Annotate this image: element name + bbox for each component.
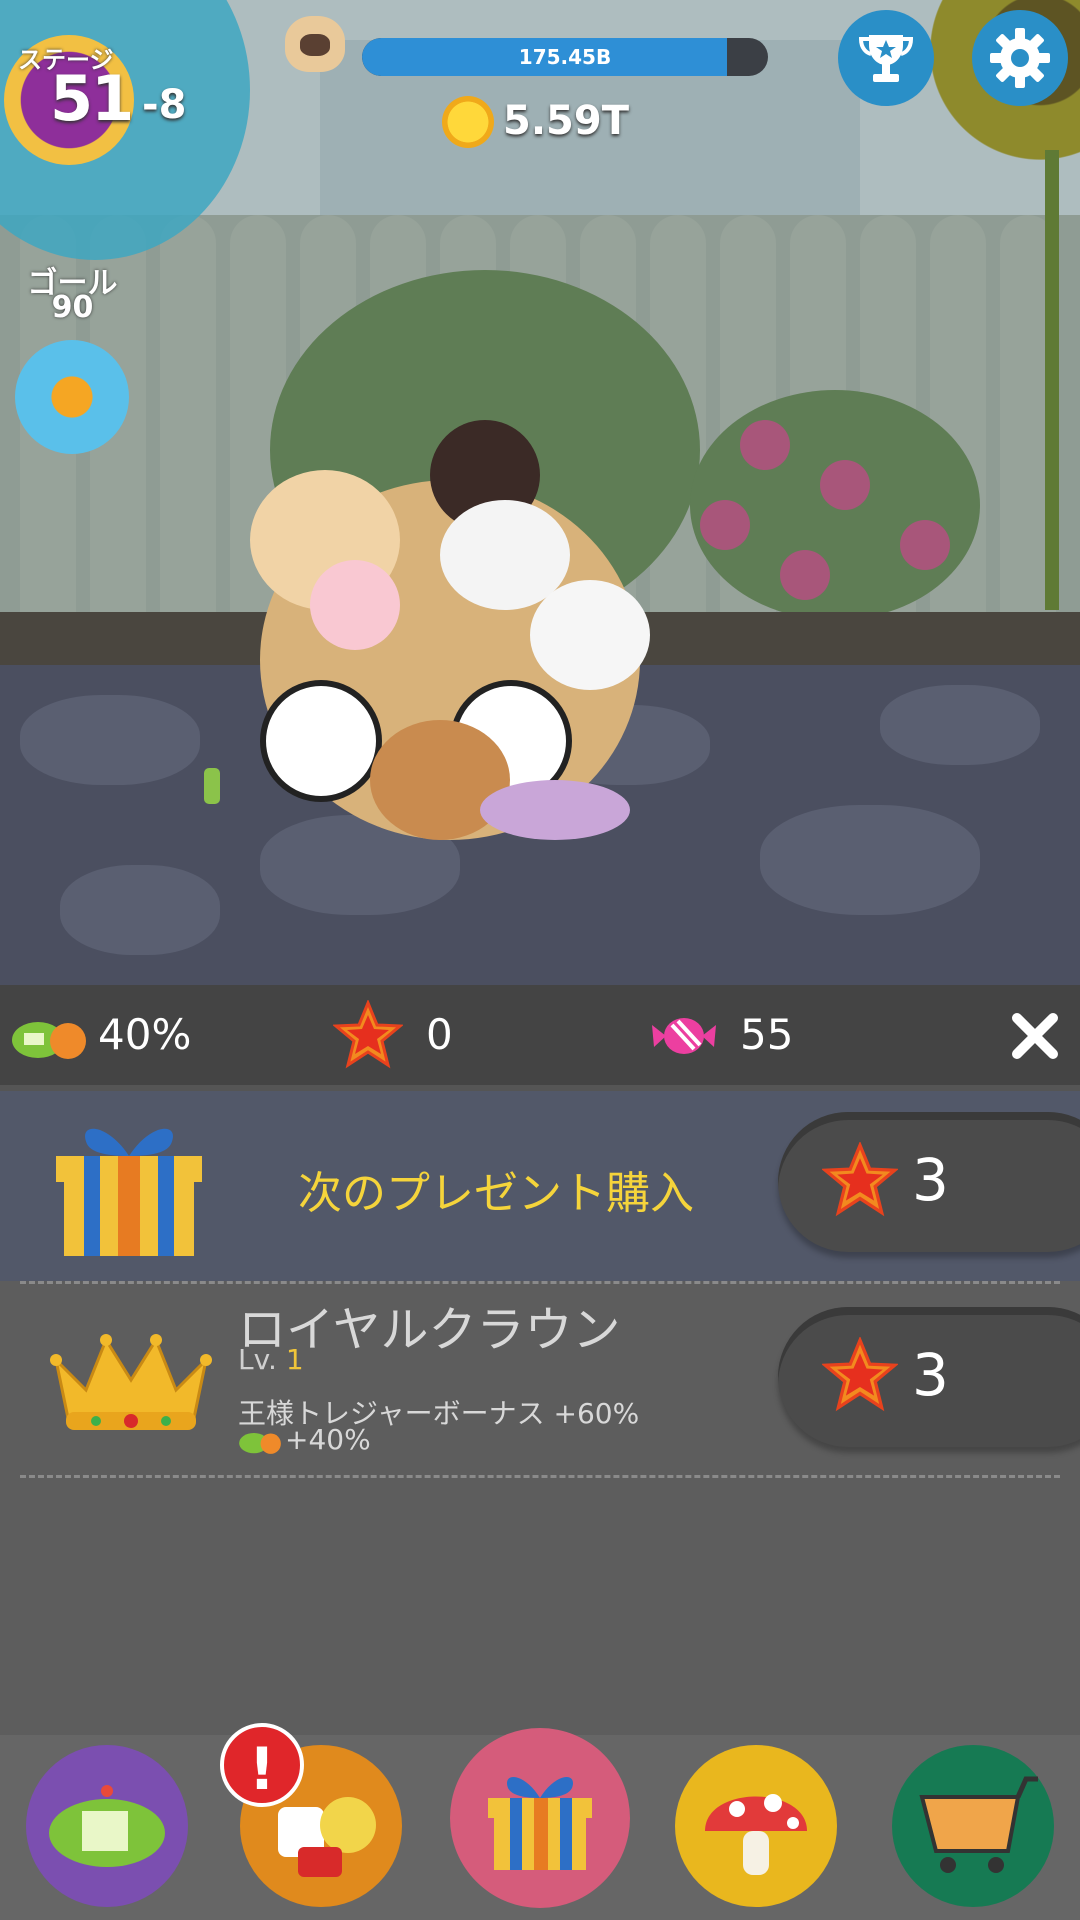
bonus-sun-icon[interactable] [15,340,129,454]
star-count: 0 [426,1010,453,1059]
nav-mushroom-button[interactable] [675,1745,837,1907]
close-button[interactable] [1005,1010,1065,1070]
cart-icon [919,1776,1038,1873]
trophy-icon [858,35,914,82]
gift-icon [488,1777,592,1870]
close-icon [1012,1013,1058,1059]
game-scene [0,0,1080,985]
crown-icon [50,1334,212,1430]
item-bonus-cousin: +40% [285,1423,371,1456]
flower [700,500,750,550]
nav-prince-button[interactable] [26,1745,188,1907]
progress-text: 175.45B [518,45,612,69]
coin-icon [442,96,494,148]
level-prefix: Lv. [238,1343,277,1376]
star-icon [333,1000,403,1069]
prince-character [204,768,220,804]
alert-badge: ! [220,1723,304,1807]
nav-shop-button[interactable] [892,1745,1054,1907]
candy-count: 55 [740,1010,794,1059]
item-cost: 3 [912,1341,949,1409]
prince-icon [49,1785,165,1867]
mushroom-icon [705,1794,807,1875]
size-progress-bar: 175.45B [362,38,768,76]
flower [900,520,950,570]
gear-icon [990,28,1050,88]
candy-icon [652,1018,716,1054]
sunflower-stem [1045,150,1059,610]
gift-icon [56,1128,202,1256]
cousin-icon [239,1432,281,1454]
katamari-ball [230,420,670,860]
settings-button[interactable] [972,10,1068,106]
goal-value: 90 [51,290,94,325]
level-value: 1 [285,1343,304,1376]
star-icon [822,1142,898,1217]
cousin-percent: 40% [98,1010,192,1059]
flower [780,550,830,600]
cousin-icon [12,1022,86,1059]
stage-sub-number: -8 [142,82,187,128]
flower [740,420,790,470]
nav-present-button[interactable] [450,1728,630,1908]
star-icon [822,1337,898,1412]
pug-icon [285,16,345,72]
divider [20,1475,1060,1478]
stage-number: 51 [50,62,134,135]
divider [20,1281,1060,1284]
present-title: 次のプレゼント購入 [298,1168,694,1219]
trophy-button[interactable] [838,10,934,106]
item-level: Lv. 1 [238,1343,304,1376]
coin-count: 5.59T [503,98,629,144]
present-cost: 3 [912,1146,949,1214]
flower [820,460,870,510]
